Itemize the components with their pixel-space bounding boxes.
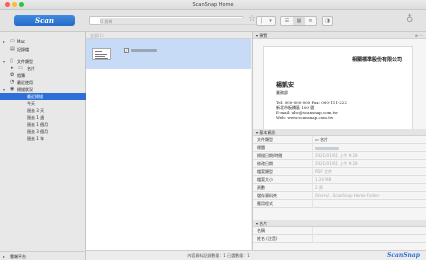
preview-header-label: ▾ 預覽 <box>256 33 268 38</box>
sidebar-item-document-type[interactable]: ▾ ▯ 文件類型 <box>0 58 86 65</box>
sidebar-item-photo[interactable]: ✿ 相簿 <box>0 72 86 79</box>
log-icon: ▤ <box>10 46 15 52</box>
info-section-header[interactable]: ▾ 基本資訊 <box>253 129 426 136</box>
document-title-redacted <box>131 49 157 52</box>
detail-panel: ▾ 預覽 ⊕ ··· 相關標準股份有限公司 楊凱安 業務部 Tel: 000-0… <box>252 32 426 250</box>
field-title[interactable]: 標題 <box>253 144 426 152</box>
detail-view-icon[interactable]: ≡ <box>305 17 316 25</box>
chevron-right-icon[interactable]: ▸ <box>3 252 5 260</box>
chevron-right-icon[interactable]: ▸ <box>11 65 14 72</box>
document-icon: ▯ <box>10 58 13 64</box>
content-list: 全部(1) ✓ <box>86 32 251 250</box>
document-thumbnail[interactable] <box>92 48 111 60</box>
field-page-count: 頁數 2 頁 <box>253 184 426 192</box>
photo-icon: ✿ <box>10 72 15 78</box>
sidebar-footer-cloud[interactable]: ▸ 雲端平台 <box>0 251 86 260</box>
info-header-label: ▾ 基本資訊 <box>256 130 276 135</box>
window-title: ScanSnap Home <box>192 2 234 8</box>
sidebar-item-today[interactable]: 今天 <box>0 100 86 107</box>
list-view-icon[interactable]: ☰ <box>281 17 293 25</box>
clock-icon: ◔ <box>10 79 15 85</box>
sidebar-item-past-year[interactable]: 過去 1 年 <box>0 135 86 142</box>
title-redacted <box>315 146 339 150</box>
brand-logo: ScanSnap <box>386 252 420 259</box>
sidebar-item-mac[interactable]: ▸ ▭ Mac <box>0 38 86 45</box>
profile-icon[interactable]: ♁ <box>406 14 413 25</box>
panel-toggle-button[interactable]: ◨ <box>322 16 333 26</box>
sidebar-item-past-3-months[interactable]: 過去 3 個月 <box>0 128 86 135</box>
field-contact-phonetic[interactable]: 姓名 (注音) <box>253 235 426 243</box>
card-line: Web: www.scansnap.com.tw <box>276 115 334 120</box>
grid-view-icon[interactable]: ▦ <box>293 17 305 25</box>
field-file-type: 檔案類型 PDF 文件 <box>253 168 426 176</box>
sidebar-item-recent[interactable]: ◔ 最近使用 <box>0 79 86 86</box>
card-name: 楊凱安 <box>276 82 295 89</box>
sidebar-item-log[interactable]: ▤ 記錄檔 <box>0 46 86 53</box>
chevron-down-icon: ▾ <box>269 18 272 24</box>
item-checkbox[interactable]: ✓ <box>124 48 129 53</box>
preview-section-header[interactable]: ▾ 預覽 ⊕ ··· <box>253 32 426 39</box>
title-bar: ScanSnap Home <box>0 0 426 10</box>
sort-order-control[interactable]: │ ▾ <box>256 16 276 26</box>
card-role: 業務部 <box>276 90 288 95</box>
status-text: 內容資料記錄數量：1 已選數量：1 <box>187 253 250 258</box>
sidebar-item-past-3-days[interactable]: 過去 3 天 <box>0 107 86 114</box>
card-header-label: ▾ 名片 <box>256 221 268 226</box>
card-company: 相關標準股份有限公司 <box>351 57 402 63</box>
scan-button[interactable]: Scan <box>14 15 75 26</box>
card-section-header[interactable]: ▾ 名片 <box>253 220 426 227</box>
favorite-star-icon[interactable]: ☆ <box>248 14 256 24</box>
field-modified-date: 修改日期 2021/01/01 上午 9:28 <box>253 160 426 168</box>
field-storage-folder[interactable]: 儲存資料夾/Users/...ScanSnap Home Folder <box>253 192 426 200</box>
search-input[interactable]: Q 搜尋 <box>89 16 274 25</box>
sidebar-item-past-week[interactable]: 過去 1 週 <box>0 114 86 121</box>
field-file-size: 檔案大小 1.24 MB <box>253 176 426 184</box>
more-options-icon[interactable]: ⊕ ··· <box>415 32 423 39</box>
sidebar-item-scan-status[interactable]: ▾ ◉ 掃描狀況 <box>0 86 86 93</box>
computer-icon: ▭ <box>10 38 15 44</box>
field-scan-datetime: 掃描日期/時間 2021/01/01 上午 9:28 <box>253 152 426 160</box>
chevron-down-icon[interactable]: ▾ <box>3 58 5 65</box>
field-contact-name[interactable]: 名稱 <box>253 227 426 235</box>
sort-divider-icon: │ <box>259 18 263 24</box>
sidebar: ▸ ▭ Mac ▤ 記錄檔 ▾ ▯ 文件類型 ▸ ▭ 名片 ✿ 相簿 ◔ 最近使用 ▾ ◉ 掃描狀況 … <box>0 32 86 260</box>
toolbar: Scan Q 搜尋 ☆ │ ▾ ☰ ▦ ≡ ◨ ♁ <box>0 10 426 32</box>
sidebar-item-recently-scanned[interactable]: 最近掃描 <box>0 93 86 100</box>
chevron-down-icon[interactable]: ▾ <box>3 86 5 93</box>
status-bar: 內容資料記錄數量：1 已選數量：1 ScanSnap <box>86 250 426 260</box>
field-application[interactable]: 應用程式 <box>253 200 426 208</box>
sidebar-item-business-card[interactable]: ▸ ▭ 名片 <box>0 65 86 72</box>
business-card-preview[interactable]: 相關標準股份有限公司 楊凱安 業務部 Tel: 000-000-000 Fax:… <box>263 46 413 134</box>
view-mode-switch[interactable]: ☰ ▦ ≡ <box>280 16 317 26</box>
sidebar-item-past-month[interactable]: 過去 1 個月 <box>0 121 86 128</box>
chevron-right-icon[interactable]: ▸ <box>3 38 5 45</box>
list-header: 全部(1) <box>86 32 251 39</box>
field-document-type[interactable]: 文件類型 ▭ 名片 <box>253 136 426 144</box>
scan-status-icon: ◉ <box>10 86 15 92</box>
card-icon: ▭ <box>18 65 23 71</box>
panel-icon: ◨ <box>325 18 330 24</box>
